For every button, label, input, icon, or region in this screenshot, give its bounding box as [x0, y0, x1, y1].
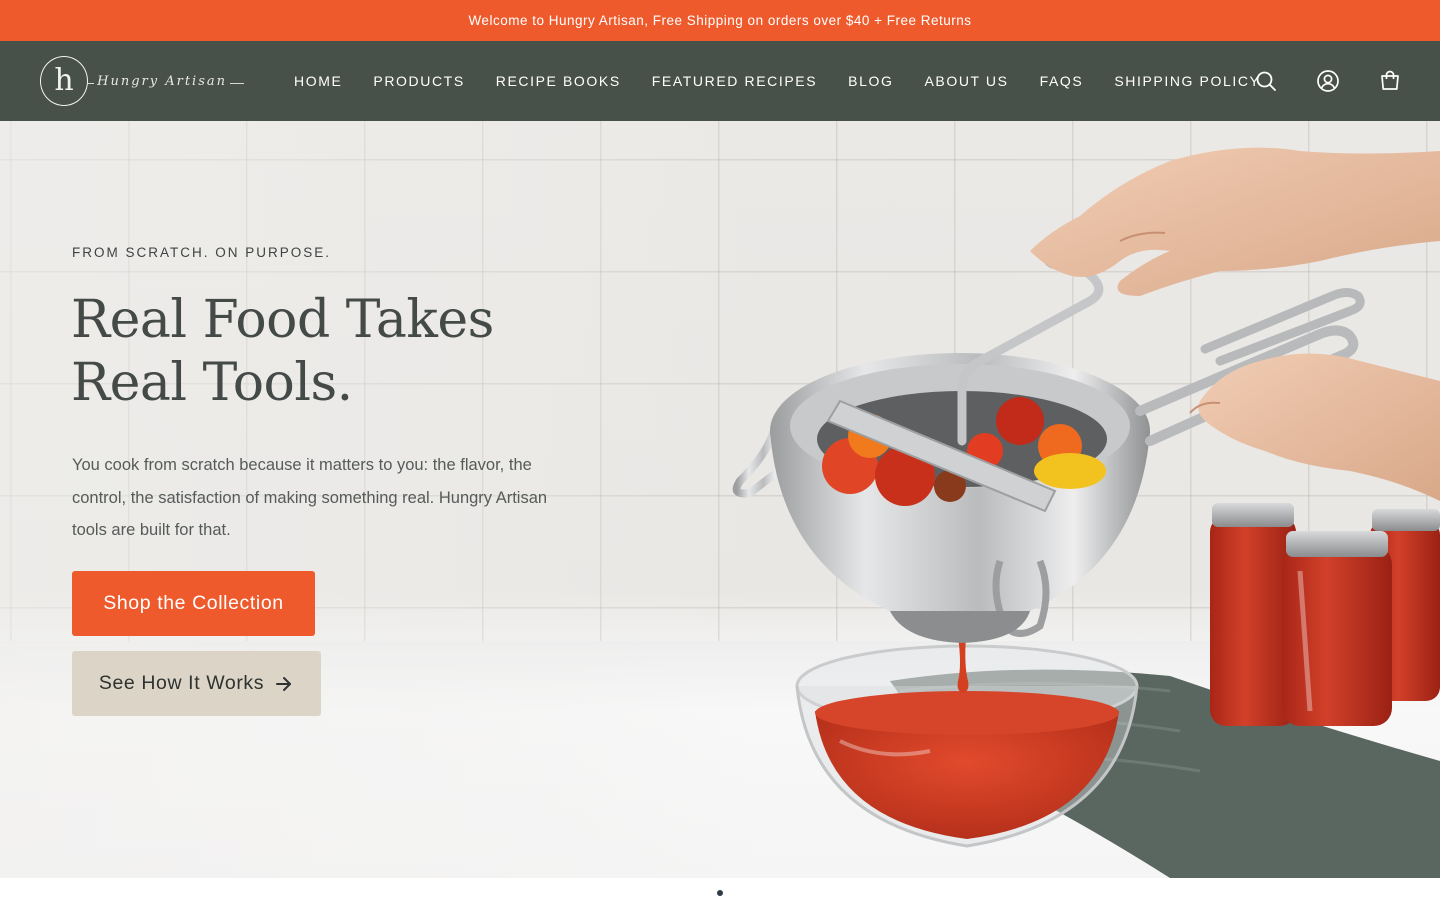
headline-line-1: Real Food Takes: [71, 290, 494, 350]
nav-faqs[interactable]: FAQS: [1040, 73, 1084, 89]
logo-mark: h: [40, 56, 89, 106]
logo[interactable]: h Hungry Artisan: [40, 55, 244, 107]
search-icon[interactable]: [1254, 69, 1278, 93]
see-how-it-works-label: See How It Works: [98, 672, 265, 694]
hero-image: [732, 147, 1440, 878]
nav-home[interactable]: HOME: [294, 73, 342, 89]
site-header: h Hungry Artisan HOME PRODUCTS RECIPE BO…: [0, 41, 1440, 121]
nav-about-us[interactable]: ABOUT US: [924, 73, 1008, 89]
shop-collection-button[interactable]: Shop the Collection: [72, 571, 315, 636]
nav-products[interactable]: PRODUCTS: [373, 73, 464, 89]
nav-recipe-books[interactable]: RECIPE BOOKS: [496, 73, 621, 89]
arrow-right-icon: [274, 674, 294, 694]
slider-dot-active[interactable]: [717, 890, 723, 896]
account-icon[interactable]: [1316, 69, 1340, 93]
nav-featured-recipes[interactable]: FEATURED RECIPES: [652, 73, 817, 89]
sauce-jars: [1210, 503, 1440, 726]
nav-blog[interactable]: BLOG: [848, 73, 893, 89]
hero-banner: FROM SCRATCH. ON PURPOSE. Real Food Take…: [0, 121, 1440, 878]
shop-collection-label: Shop the Collection: [103, 592, 284, 614]
announcement-bar: Welcome to Hungry Artisan, Free Shipping…: [0, 0, 1440, 41]
hero-eyebrow: FROM SCRATCH. ON PURPOSE.: [72, 245, 332, 260]
cart-icon[interactable]: [1378, 69, 1402, 93]
hero-body: You cook from scratch because it matters…: [72, 456, 548, 539]
main-nav: HOME PRODUCTS RECIPE BOOKS FEATURED RECI…: [294, 41, 1292, 121]
see-how-it-works-button[interactable]: See How It Works: [72, 651, 321, 716]
headline-line-2: Real Tools.: [71, 353, 353, 413]
logo-wordmark: Hungry Artisan: [88, 73, 244, 89]
nav-shipping-policy[interactable]: SHIPPING POLICY: [1114, 73, 1260, 89]
announcement-text: Welcome to Hungry Artisan, Free Shipping…: [468, 13, 972, 28]
hero-headline: Real Food Takes Real Tools.: [71, 289, 631, 415]
